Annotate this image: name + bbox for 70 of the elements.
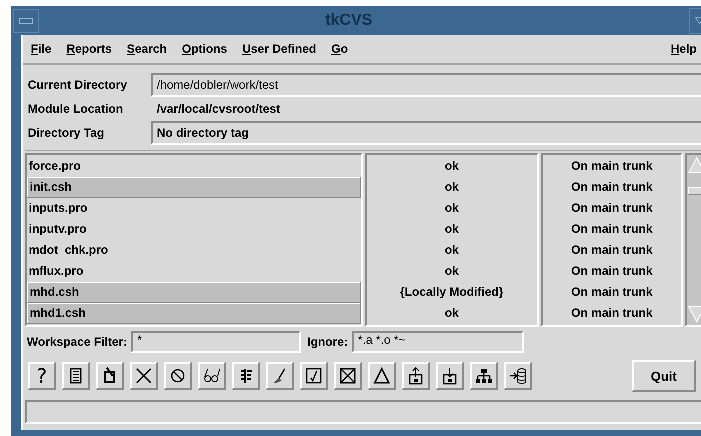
- status-cell-text: ok: [444, 263, 460, 280]
- arrow-database-button[interactable]: [504, 362, 532, 390]
- cross-button[interactable]: [130, 362, 158, 390]
- menu-item[interactable]: Search: [127, 42, 168, 56]
- hierarchy-icon: [475, 367, 493, 385]
- x-box-button[interactable]: [334, 362, 362, 390]
- filter-label: Workspace Filter:: [27, 335, 128, 349]
- window-menu-button[interactable]: [13, 8, 39, 32]
- box-arrow-down-icon: [441, 367, 459, 385]
- ignore-field[interactable]: *.a *.o *~: [352, 331, 524, 353]
- menu-item[interactable]: User Defined: [242, 42, 316, 56]
- checkbox-button[interactable]: [300, 362, 328, 390]
- status-cell-text: ok: [444, 242, 460, 259]
- tag-cell-text: On main trunk: [570, 158, 654, 175]
- menu-item[interactable]: File: [31, 42, 52, 56]
- triangle-icon: [373, 367, 391, 385]
- glasses-button[interactable]: [198, 362, 226, 390]
- menu-item[interactable]: Options: [182, 42, 228, 56]
- file-row[interactable]: mhd1.csh: [27, 303, 361, 324]
- glasses-icon: [203, 367, 221, 385]
- tag-cell-text: On main trunk: [570, 305, 654, 322]
- tag-cell-text: On main trunk: [570, 284, 654, 301]
- help-menu[interactable]: Help: [670, 42, 697, 56]
- field-label: Directory Tag: [28, 126, 106, 140]
- ignore-label: Ignore:: [307, 335, 348, 349]
- file-row[interactable]: mdot_chk.pro: [27, 240, 361, 261]
- status-cell-text: ok: [444, 158, 460, 175]
- file-row[interactable]: force.pro: [27, 156, 361, 177]
- notepad-button[interactable]: [62, 362, 90, 390]
- status-cell-text: ok: [444, 221, 460, 238]
- x-box-icon: [339, 367, 357, 385]
- file-row[interactable]: mhd.csh: [27, 282, 361, 303]
- notepad-pencil-button[interactable]: [96, 362, 124, 390]
- box-arrow-up-button[interactable]: [402, 362, 430, 390]
- module-location: /var/local/cvsroot/test: [156, 102, 282, 116]
- box-arrow-down-button[interactable]: [436, 362, 464, 390]
- tag-field[interactable]: No directory tag: [151, 121, 701, 145]
- field-label: Current Directory: [28, 78, 128, 92]
- arrow-database-icon: [509, 367, 527, 385]
- help-button[interactable]: ?: [28, 362, 56, 390]
- checkbox-icon: [305, 367, 323, 385]
- box-arrow-up-icon: [407, 367, 425, 385]
- file-row[interactable]: inputv.pro: [27, 219, 361, 240]
- menu-item[interactable]: Reports: [66, 42, 112, 56]
- tag-cell-text: On main trunk: [570, 263, 654, 280]
- branch-log-button[interactable]: [232, 362, 260, 390]
- tag-cell-text: On main trunk: [570, 179, 654, 196]
- tag-cell-text: On main trunk: [570, 242, 654, 259]
- menu-item[interactable]: Go: [331, 42, 348, 56]
- tag-cell-text: On main trunk: [570, 221, 654, 238]
- file-row[interactable]: mflux.pro: [27, 261, 361, 282]
- broom-button[interactable]: [266, 362, 294, 390]
- no-entry-icon: [169, 367, 187, 385]
- hierarchy-button[interactable]: [470, 362, 498, 390]
- filter-field[interactable]: *: [131, 331, 302, 353]
- status-cell-text: ok: [444, 179, 460, 196]
- status-cell-text: ok: [444, 305, 460, 322]
- tag-cell-text: On main trunk: [570, 200, 654, 217]
- window-title: tkCVS: [324, 12, 374, 30]
- field-label: Module Location: [28, 102, 124, 116]
- triangle-button[interactable]: [368, 362, 396, 390]
- scroll-thumb[interactable]: [688, 187, 701, 195]
- file-row[interactable]: inputs.pro: [27, 198, 361, 219]
- cross-icon: [135, 367, 153, 385]
- no-entry-button[interactable]: [164, 362, 192, 390]
- file-row[interactable]: init.csh: [27, 177, 361, 198]
- status-cell-text: ok: [444, 200, 460, 217]
- status-cell-text: {Locally Modified}: [399, 284, 505, 301]
- directory-field[interactable]: /home/dobler/work/test: [151, 73, 701, 97]
- quit-button[interactable]: Quit: [632, 360, 696, 392]
